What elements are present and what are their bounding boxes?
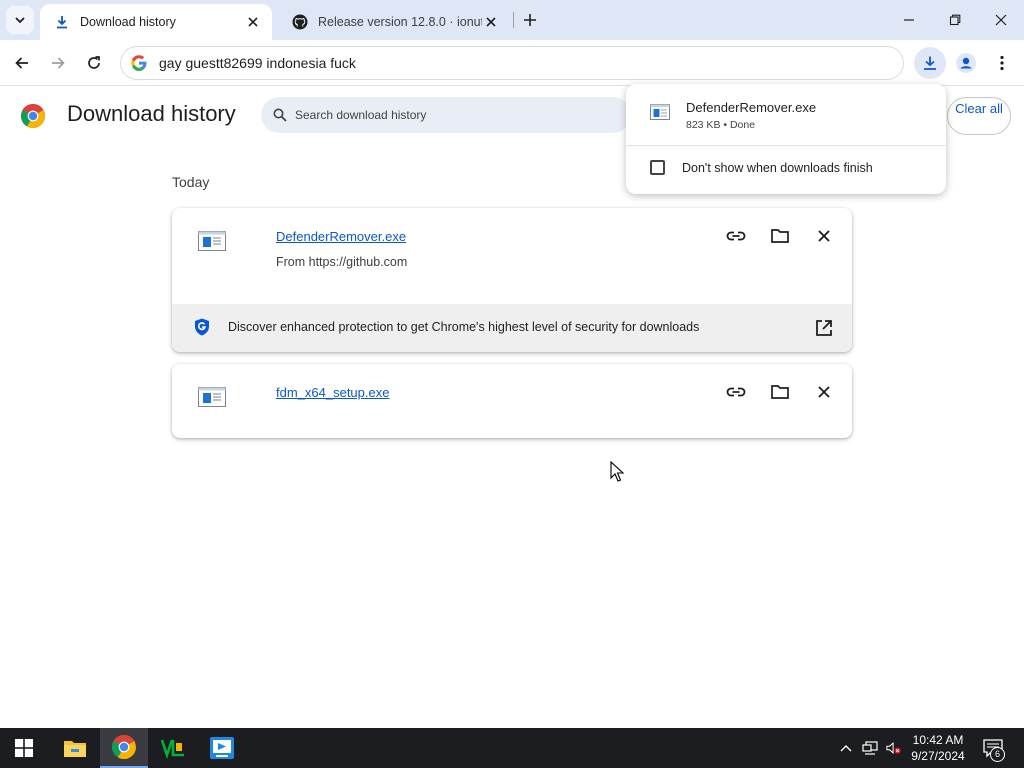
download-bubble: DefenderRemover.exe 823 KB • Done Don't … <box>626 84 946 194</box>
executable-file-icon <box>198 387 226 407</box>
browser-toolbar: gay guestt82699 indonesia fuck <box>0 40 1024 86</box>
banner-text: Discover enhanced protection to get Chro… <box>228 320 700 334</box>
downloads-button[interactable] <box>914 47 946 79</box>
network-tray-button[interactable] <box>862 740 878 756</box>
address-bar[interactable]: gay guestt82699 indonesia fuck <box>120 46 904 80</box>
tab-title: Download history <box>80 15 176 29</box>
chevron-down-icon <box>15 17 25 24</box>
profile-icon <box>956 53 976 73</box>
search-input[interactable] <box>295 108 595 122</box>
file-name-link[interactable]: fdm_x64_setup.exe <box>276 385 389 400</box>
download-item: fdm_x64_setup.exe <box>172 364 852 438</box>
reload-button[interactable] <box>78 47 110 79</box>
notification-count-badge: 6 <box>990 747 1005 762</box>
download-icon <box>924 56 936 70</box>
more-vert-icon <box>1000 55 1004 71</box>
taskbar-chrome[interactable] <box>100 728 148 768</box>
show-in-folder-button[interactable] <box>766 378 794 406</box>
tab-release-version[interactable]: Release version 12.8.0 · ionuttb <box>278 4 510 40</box>
close-tab-icon[interactable] <box>482 13 500 31</box>
taskbar-file-explorer[interactable] <box>51 728 99 768</box>
taskbar-veeam[interactable] <box>149 728 197 768</box>
show-in-folder-button[interactable] <box>766 222 794 250</box>
shield-icon <box>195 318 209 336</box>
date-section-label: Today <box>172 174 210 190</box>
remote-desktop-icon <box>210 737 234 759</box>
tab-strip: Download history Release version 12.8.0 … <box>0 0 1024 40</box>
close-tab-icon[interactable] <box>244 13 262 31</box>
new-tab-button[interactable] <box>518 8 542 32</box>
arrow-left-icon <box>15 57 28 69</box>
minimize-button[interactable] <box>886 0 932 40</box>
divider <box>626 145 946 146</box>
menu-button[interactable] <box>986 47 1018 79</box>
remove-download-button[interactable] <box>810 378 838 406</box>
minimize-icon <box>904 19 914 21</box>
windows-start-icon <box>15 739 33 757</box>
forward-button[interactable] <box>42 47 74 79</box>
clock-time: 10:42 AM <box>912 733 964 747</box>
taskbar-remote-desktop[interactable] <box>198 728 246 768</box>
reload-icon <box>88 56 100 69</box>
tab-download-history[interactable]: Download history <box>40 4 272 40</box>
executable-file-icon <box>198 231 226 251</box>
search-download-history[interactable] <box>261 97 631 133</box>
close-icon <box>818 386 830 398</box>
close-window-button[interactable] <box>978 0 1024 40</box>
chrome-logo-icon <box>21 104 45 128</box>
clock-date: 9/27/2024 <box>911 749 965 763</box>
dont-show-checkbox-label[interactable]: Don't show when downloads finish <box>682 161 873 175</box>
bubble-file-name[interactable]: DefenderRemover.exe <box>686 100 816 115</box>
arrow-right-icon <box>52 57 65 69</box>
copy-link-button[interactable] <box>722 222 750 250</box>
remove-download-button[interactable] <box>810 222 838 250</box>
start-button[interactable] <box>0 728 48 768</box>
file-name-link[interactable]: DefenderRemover.exe <box>276 229 406 244</box>
google-icon <box>131 55 147 71</box>
clear-all-button[interactable]: Clear all <box>947 97 1011 135</box>
mouse-cursor-icon <box>610 461 624 482</box>
folder-icon <box>771 385 789 399</box>
volume-muted-icon <box>886 742 901 754</box>
close-icon <box>818 230 830 242</box>
chevron-up-icon <box>840 745 852 752</box>
tab-search-button[interactable] <box>6 6 34 34</box>
tab-title: Release version 12.8.0 · ionuttb <box>318 15 482 29</box>
file-explorer-icon <box>64 741 86 757</box>
profile-button[interactable] <box>950 47 982 79</box>
restore-icon <box>949 14 961 26</box>
network-icon <box>862 741 878 755</box>
download-icon <box>54 14 70 30</box>
executable-file-icon <box>650 104 670 120</box>
bubble-file-status: 823 KB • Done <box>686 119 756 131</box>
open-in-new-icon[interactable] <box>814 318 834 338</box>
security-banner: Discover enhanced protection to get Chro… <box>172 304 852 352</box>
close-icon <box>995 14 1007 26</box>
chrome-icon <box>112 735 136 759</box>
veeam-icon <box>161 737 185 759</box>
copy-link-button[interactable] <box>722 378 750 406</box>
restore-button[interactable] <box>932 0 978 40</box>
search-icon <box>273 108 287 122</box>
folder-icon <box>771 229 789 243</box>
address-text: gay guestt82699 indonesia fuck <box>159 55 356 71</box>
download-item: DefenderRemover.exe From https://github.… <box>172 208 852 352</box>
link-icon <box>726 231 746 241</box>
file-source: From https://github.com <box>276 255 408 269</box>
volume-tray-button[interactable] <box>886 740 902 756</box>
show-hidden-icons-button[interactable] <box>838 740 854 756</box>
dont-show-checkbox[interactable] <box>650 160 665 175</box>
taskbar: 10:42 AM 9/27/2024 6 <box>0 728 1024 768</box>
github-icon <box>292 14 308 30</box>
page-title: Download history <box>67 101 236 126</box>
link-icon <box>726 387 746 397</box>
taskbar-clock[interactable]: 10:42 AM 9/27/2024 <box>906 732 970 764</box>
plus-icon <box>524 14 536 26</box>
back-button[interactable] <box>6 47 38 79</box>
tab-separator <box>513 12 514 28</box>
